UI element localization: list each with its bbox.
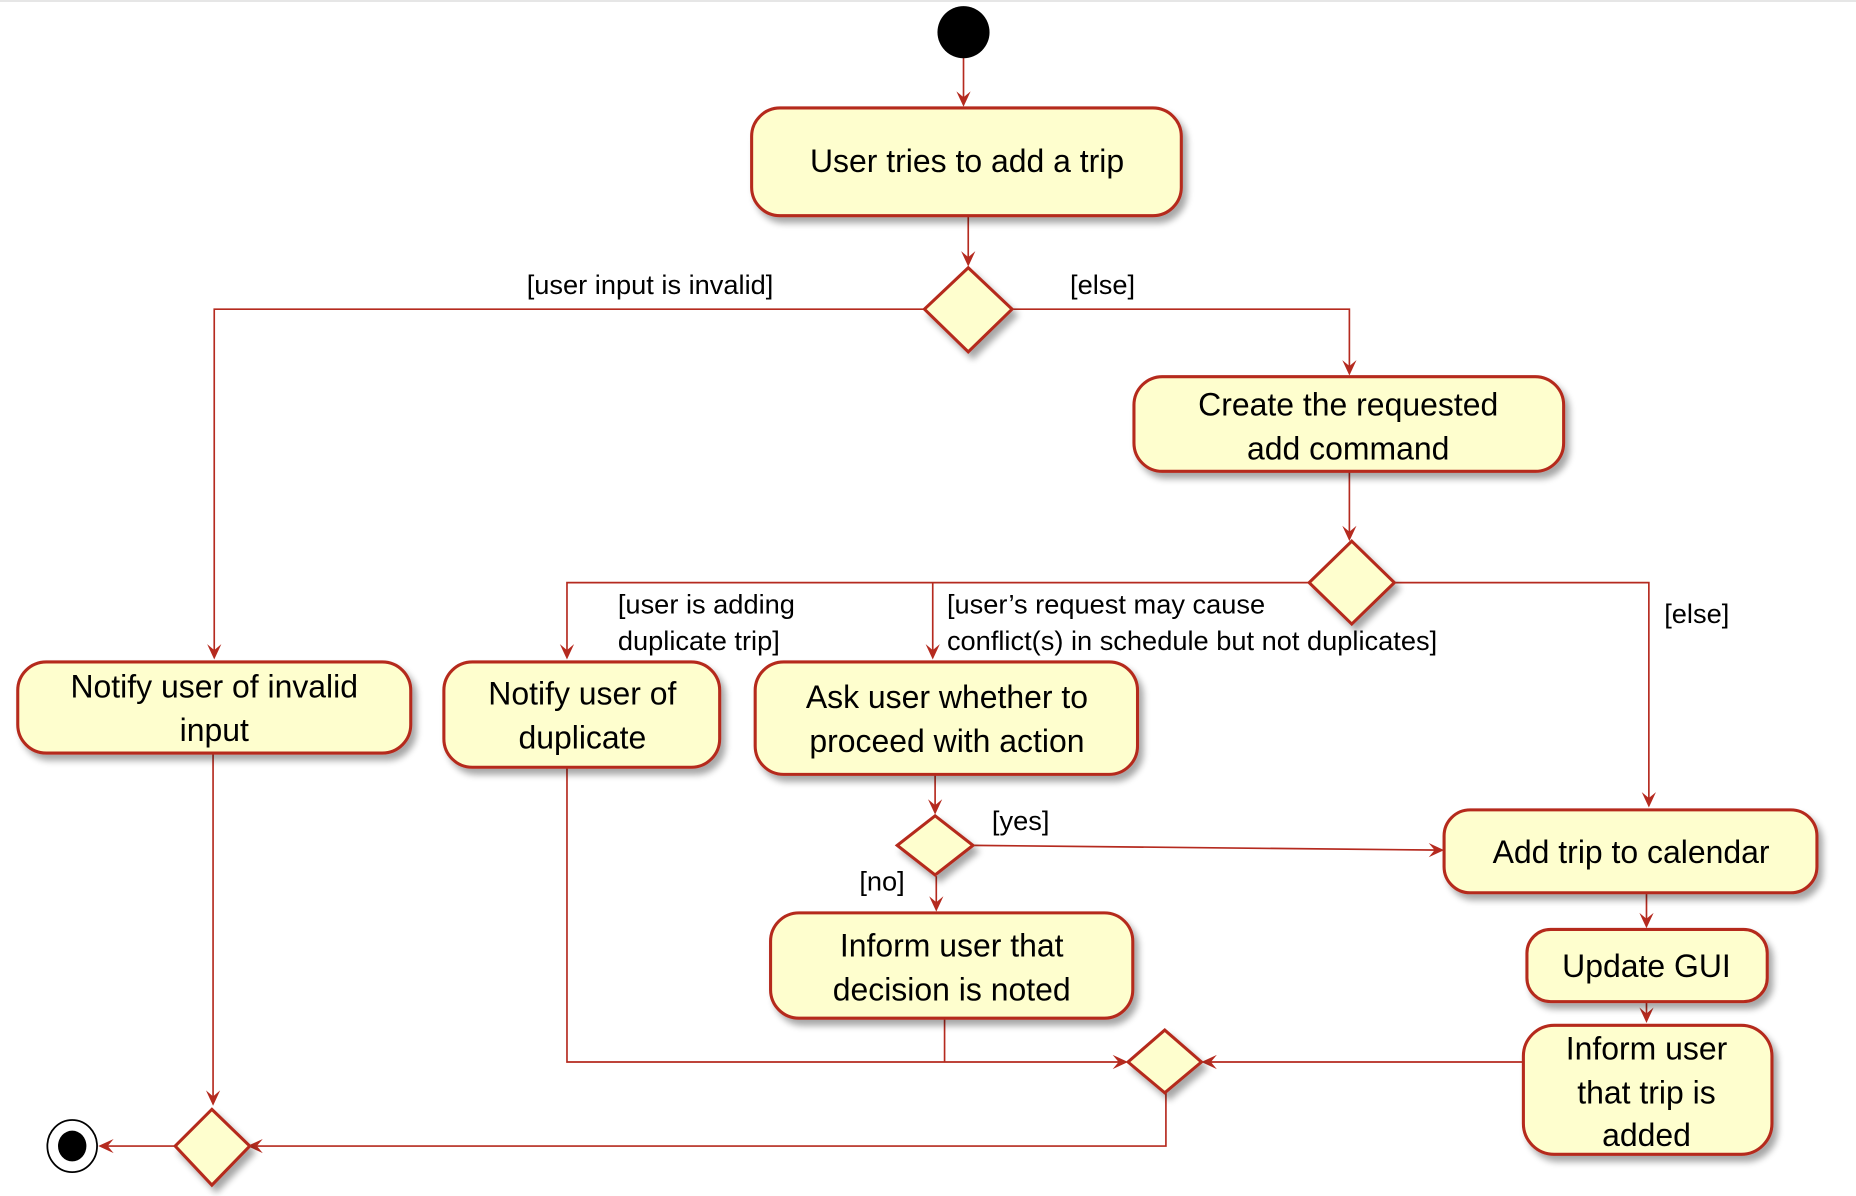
activity-label: Add trip to calendar — [1493, 834, 1770, 870]
guard-no: [no] — [859, 865, 904, 896]
activity-label: User tries to add a trip — [810, 143, 1124, 179]
activity-label: that trip is — [1577, 1074, 1715, 1110]
guard-duplicate: duplicate trip] — [618, 625, 780, 656]
activity-label: added — [1602, 1117, 1691, 1153]
activity-label: Notify user of invalid — [70, 668, 358, 704]
edge-invalid-branch — [213, 308, 925, 658]
merge-inner — [1125, 1028, 1204, 1095]
guard-else: [else] — [1070, 269, 1135, 300]
activity-label: proceed with action — [809, 723, 1084, 759]
guard-else-2: [else] — [1664, 598, 1729, 629]
guard-invalid-input: [user input is invalid] — [527, 269, 774, 300]
activity-label: decision is noted — [833, 971, 1071, 1007]
activity-diagram: User tries to add a trip Create the requ… — [16, 6, 1819, 1188]
guard-yes: [yes] — [992, 805, 1049, 836]
guard-conflict: conflict(s) in schedule but not duplicat… — [947, 625, 1437, 656]
end-node — [46, 1119, 98, 1173]
edge-else-branch — [1012, 308, 1351, 374]
decision-proceed — [894, 813, 976, 877]
edge-else-branch-2 — [1394, 581, 1650, 806]
guard-duplicate: [user is adding — [618, 588, 795, 619]
activity-labels: User tries to add a trip Create the requ… — [70, 143, 1769, 1153]
edge-merge-to-final — [250, 1092, 1167, 1147]
activity-label: Ask user whether to — [806, 679, 1088, 715]
activity-label: Update GUI — [1562, 948, 1731, 984]
activity-label: Inform user that — [840, 928, 1064, 964]
decision-command-type — [1306, 539, 1397, 627]
activity-label: Inform user — [1566, 1031, 1728, 1067]
activity-label: Create the requested — [1198, 387, 1498, 423]
decision-input-validity — [922, 265, 1015, 354]
start-node — [937, 6, 990, 59]
activity-label: duplicate — [518, 719, 646, 755]
activity-label: input — [180, 712, 249, 748]
merge-final — [173, 1107, 252, 1188]
activity-label: Notify user of — [488, 676, 676, 712]
activity-label: add command — [1247, 431, 1449, 467]
guard-conflict: [user’s request may cause — [947, 588, 1265, 619]
edge-yes-branch — [972, 844, 1442, 851]
